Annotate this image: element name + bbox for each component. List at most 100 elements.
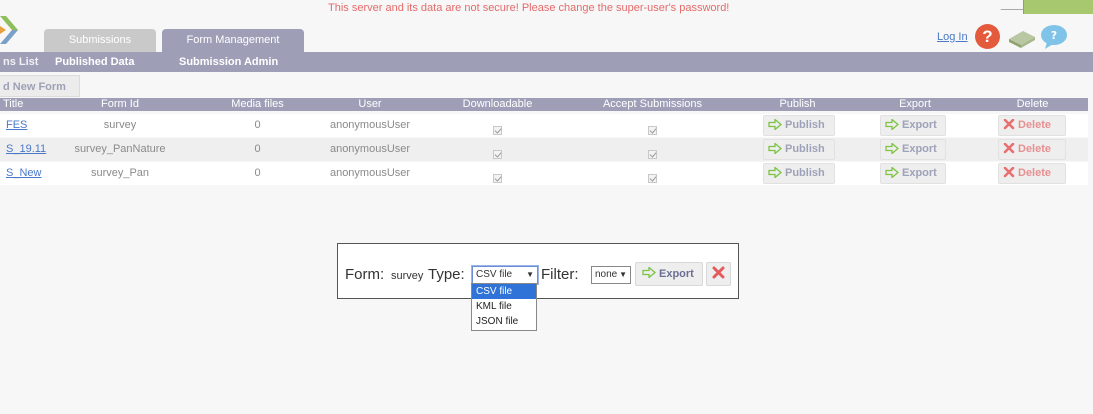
type-option-csv[interactable]: CSV file [472,284,536,299]
delete-x-icon [1003,142,1015,154]
col-downloadable: Downloadable [462,98,533,110]
col-delete: Delete [1016,98,1049,110]
dropdown-arrow-icon: ▼ [619,270,627,279]
export-button[interactable]: Export [880,139,946,160]
col-form-id: Form Id [101,98,139,110]
publish-button[interactable]: Publish [763,163,835,184]
media-files-cell: 0 [254,143,261,155]
downloadable-checkbox-cell [450,114,545,137]
col-media-files: Media files [231,98,284,110]
form-id-cell: survey_Pan [90,167,150,179]
close-dialog-button[interactable] [706,262,731,286]
feedback-icon[interactable]: ? [1040,24,1068,50]
login-link[interactable]: Log In [937,31,968,43]
arrow-right-icon [885,166,900,179]
export-submit-label: Export [659,268,694,280]
col-accept-submissions: Accept Submissions [602,98,703,110]
form-label: Form: [345,266,385,283]
publish-button[interactable]: Publish [763,139,835,160]
downloadable-checkbox-cell [450,138,545,161]
form-title-link[interactable]: S_19.11 [6,138,66,161]
tab-form-management[interactable]: Form Management [162,29,304,52]
table-row: S_19.11 survey_PanNature 0 anonymousUser… [0,138,1088,161]
downloadable-checkbox-cell [450,162,545,185]
tab-submissions[interactable]: Submissions [44,29,156,52]
col-export: Export [899,98,931,110]
downloadable-checkbox[interactable] [493,174,502,183]
accept-submissions-checkbox-cell [590,114,715,137]
delete-button[interactable]: Delete [998,115,1066,136]
export-label: Export [902,119,937,131]
subnav-submission-admin[interactable]: Submission Admin [179,52,278,72]
arrow-right-icon [768,118,783,131]
accept-submissions-checkbox-cell [590,138,715,161]
form-id-cell: survey_PanNature [74,143,166,155]
user-cell: anonymousUser [329,119,411,131]
publish-label: Publish [785,143,825,155]
media-files-cell: 0 [254,167,261,179]
subnav-published-data[interactable]: Published Data [55,52,134,72]
type-select-value: CSV file [476,269,513,280]
export-label: Export [902,143,937,155]
type-label: Type: [428,266,465,283]
subnav-forms-list[interactable]: ns List [3,52,38,72]
arrow-right-icon [768,166,783,179]
export-label: Export [902,167,937,179]
filter-label: Filter: [541,266,579,283]
logo-icon [0,16,18,44]
downloadable-checkbox[interactable] [493,150,502,159]
publish-label: Publish [785,167,825,179]
security-warning: This server and its data are not secure!… [328,2,730,14]
delete-button[interactable]: Delete [998,163,1066,184]
type-select[interactable]: CSV file ▼ [472,266,538,284]
export-submit-button[interactable]: Export [635,262,703,286]
top-bar: This server and its data are not secure!… [0,0,1093,52]
form-id-cell: survey [103,119,137,131]
delete-label: Delete [1018,119,1052,131]
delete-label: Delete [1018,167,1052,179]
delete-x-icon [1003,166,1015,178]
export-button[interactable]: Export [880,163,946,184]
dropdown-arrow-icon: ▼ [526,270,534,279]
sub-navigation: ns List Published Data Submission Admin [0,52,1093,72]
user-cell: anonymousUser [329,143,411,155]
close-icon [712,266,725,279]
table-row: FES survey 0 anonymousUser Publish Expor… [0,114,1088,137]
media-files-cell: 0 [254,119,261,131]
type-option-kml[interactable]: KML file [472,299,536,314]
add-new-form-button[interactable]: d New Form [0,75,80,97]
corner-tab [1023,0,1093,14]
accept-submissions-checkbox[interactable] [648,150,657,159]
publish-button[interactable]: Publish [763,115,835,136]
form-value: survey [391,270,424,282]
arrow-right-icon [885,142,900,155]
accept-submissions-checkbox[interactable] [648,174,657,183]
filter-select-value: none [595,269,618,280]
col-publish: Publish [779,98,816,110]
delete-button[interactable]: Delete [998,139,1066,160]
delete-label: Delete [1018,143,1052,155]
filter-select[interactable]: none ▼ [591,266,631,284]
form-title-link[interactable]: S_New [6,162,66,185]
col-title: Title [3,98,24,110]
user-cell: anonymousUser [329,167,411,179]
svg-text:?: ? [1051,29,1057,42]
arrow-right-icon [885,118,900,131]
export-button[interactable]: Export [880,115,946,136]
delete-x-icon [1003,118,1015,130]
publish-label: Publish [785,119,825,131]
book-icon[interactable] [1007,27,1037,49]
arrow-right-icon [768,142,783,155]
help-icon[interactable]: ? [975,24,1000,49]
export-dialog: Form: survey Type: CSV file ▼ Filter: no… [337,243,739,299]
table-row: S_New survey_Pan 0 anonymousUser Publish… [0,162,1088,185]
form-title-link[interactable]: FES [6,114,66,137]
type-dropdown-list: CSV file KML file JSON file [471,283,537,331]
arrow-right-icon [642,266,657,279]
table-header: Title Form Id Media files User Downloada… [0,98,1088,111]
downloadable-checkbox[interactable] [493,126,502,135]
accept-submissions-checkbox[interactable] [648,126,657,135]
type-option-json[interactable]: JSON file [472,314,536,329]
accept-submissions-checkbox-cell [590,162,715,185]
col-user: User [358,98,382,110]
